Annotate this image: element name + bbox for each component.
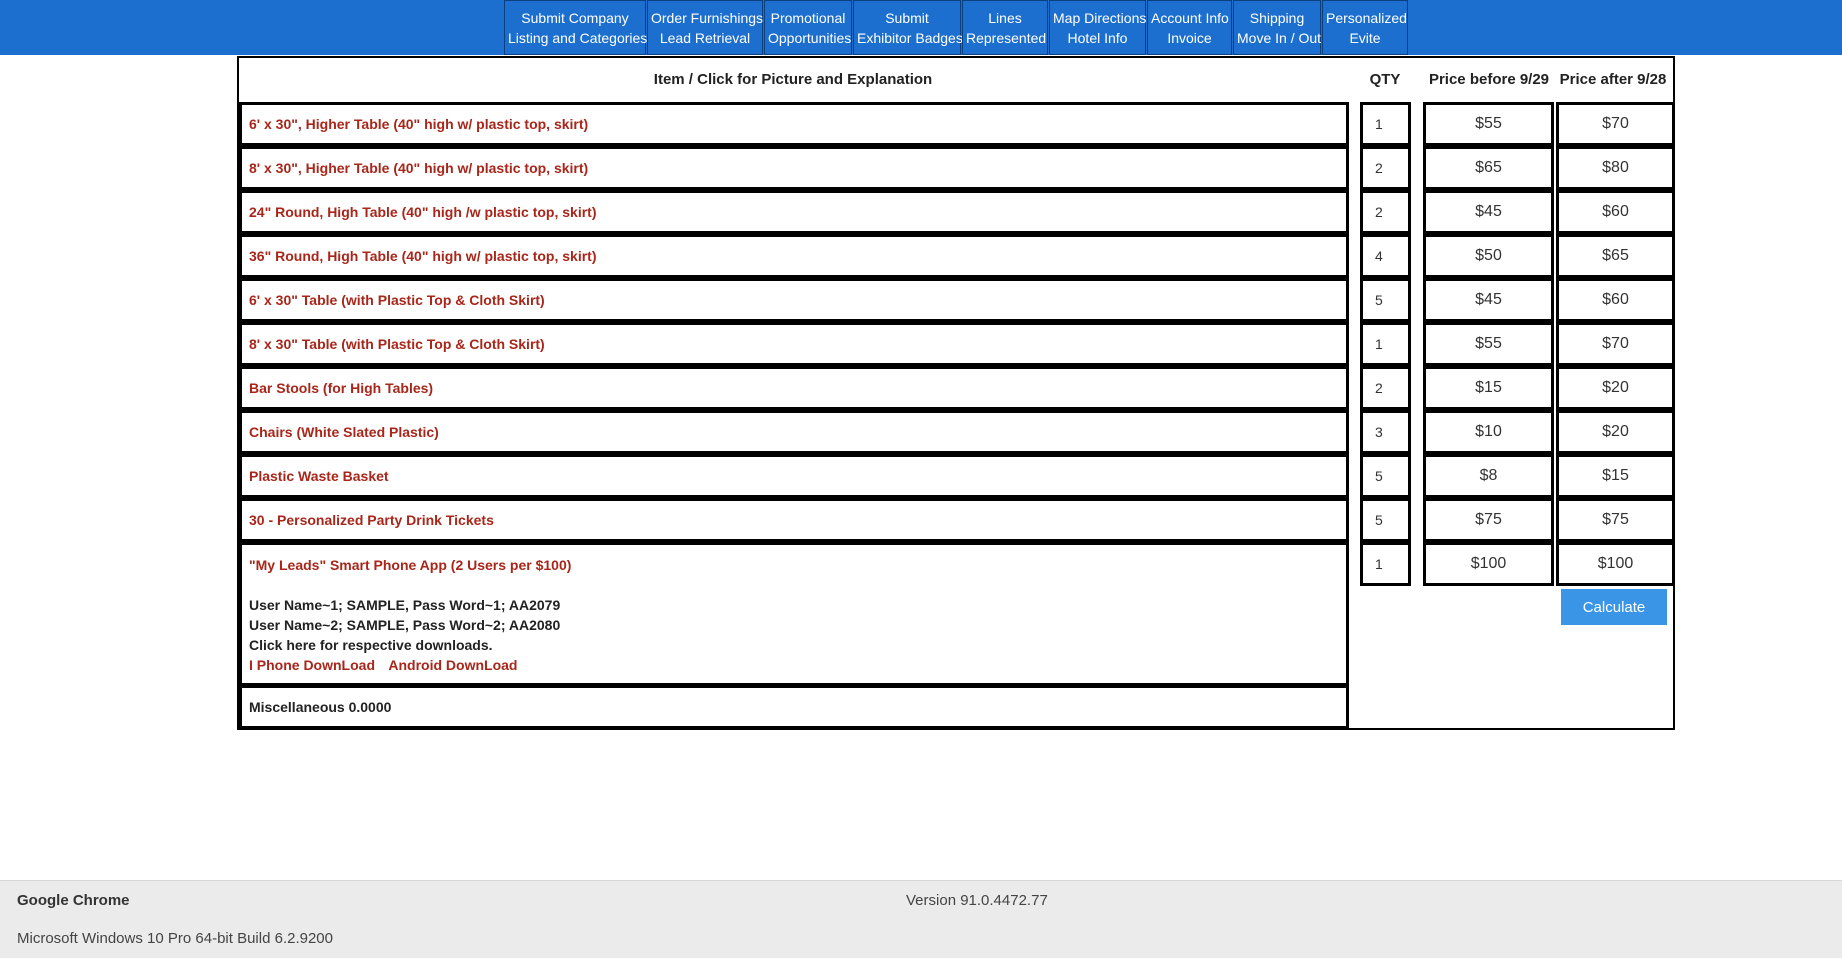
price-after: $100 <box>1556 542 1675 586</box>
price-after: $60 <box>1556 278 1675 322</box>
nav-label-line1: Order Furnishings <box>651 9 764 26</box>
price-before: $55 <box>1423 102 1554 146</box>
header-item: Item / Click for Picture and Explanation <box>653 71 933 88</box>
item-link[interactable]: 24" Round, High Table (40" high /w plast… <box>239 190 1349 234</box>
app-item-cell: "My Leads" Smart Phone App (2 Users per … <box>239 542 1349 686</box>
top-nav-bar: Submit Company Listing and Categories Or… <box>0 0 1842 55</box>
calculate-button[interactable]: Calculate <box>1561 589 1667 625</box>
price-after: $65 <box>1556 234 1675 278</box>
price-after: $60 <box>1556 190 1675 234</box>
item-link[interactable]: 30 - Personalized Party Drink Tickets <box>239 498 1349 542</box>
footer-version: Version 91.0.4472.77 <box>906 892 1048 909</box>
item-link[interactable]: 8' x 30", Higher Table (40" high w/ plas… <box>239 146 1349 190</box>
price-after: $20 <box>1556 366 1675 410</box>
main-nav: Submit Company Listing and Categories Or… <box>504 0 1409 55</box>
nav-label-line1: Submit Company <box>521 9 629 26</box>
app-download-note: Click here for respective downloads. <box>249 637 493 653</box>
price-before: $75 <box>1423 498 1554 542</box>
price-after: $15 <box>1556 454 1675 498</box>
nav-label-line2: Opportunities <box>768 29 852 46</box>
nav-label-line2: Evite <box>1349 29 1381 46</box>
nav-label-line2: Listing and Categories <box>508 29 648 46</box>
price-before: $50 <box>1423 234 1554 278</box>
item-link[interactable]: 8' x 30" Table (with Plastic Top & Cloth… <box>239 322 1349 366</box>
qty-input[interactable]: 4 <box>1360 234 1411 278</box>
misc-row: Miscellaneous 0.0000 <box>239 685 1349 729</box>
footer-os: Microsoft Windows 10 Pro 64-bit Build 6.… <box>17 930 333 947</box>
price-before: $15 <box>1423 366 1554 410</box>
app-user-1: User Name~1; SAMPLE, Pass Word~1; AA2079 <box>249 597 561 613</box>
item-link[interactable]: 36" Round, High Table (40" high w/ plast… <box>239 234 1349 278</box>
order-table: Item / Click for Picture and Explanation… <box>237 56 1675 730</box>
price-before: $10 <box>1423 410 1554 454</box>
price-before: $45 <box>1423 278 1554 322</box>
item-link[interactable]: 6' x 30" Table (with Plastic Top & Cloth… <box>239 278 1349 322</box>
nav-label-line2: Exhibitor Badges <box>857 29 963 46</box>
price-after: $75 <box>1556 498 1675 542</box>
nav-personalized-evite[interactable]: Personalized Evite <box>1322 0 1408 55</box>
qty-input[interactable]: 2 <box>1360 366 1411 410</box>
item-link[interactable]: "My Leads" Smart Phone App (2 Users per … <box>249 555 1346 575</box>
price-after: $70 <box>1556 322 1675 366</box>
header-price-after: Price after 9/28 <box>1559 71 1667 88</box>
nav-label-line2: Invoice <box>1167 29 1212 46</box>
app-user-2: User Name~2; SAMPLE, Pass Word~2; AA2080 <box>249 617 561 633</box>
nav-label-line2: Represented <box>966 29 1047 46</box>
price-before: $55 <box>1423 322 1554 366</box>
footer: Google Chrome Version 91.0.4472.77 Micro… <box>0 880 1842 958</box>
qty-input[interactable]: 2 <box>1360 146 1411 190</box>
nav-order-furnishings[interactable]: Order Furnishings Lead Retrieval <box>647 0 763 55</box>
nav-label-line1: Account Info <box>1151 9 1229 26</box>
nav-label-line1: Map Directions <box>1053 9 1147 26</box>
android-download-link[interactable]: Android DownLoad <box>388 657 517 673</box>
nav-label-line2: Hotel Info <box>1067 29 1128 46</box>
nav-shipping[interactable]: Shipping Move In / Out <box>1233 0 1321 55</box>
nav-label-line2: Lead Retrieval <box>659 29 751 46</box>
qty-input[interactable]: 1 <box>1360 542 1411 586</box>
item-link[interactable]: Bar Stools (for High Tables) <box>239 366 1349 410</box>
price-before: $65 <box>1423 146 1554 190</box>
price-before: $8 <box>1423 454 1554 498</box>
nav-promotional[interactable]: Promotional Opportunities <box>764 0 852 55</box>
price-before: $45 <box>1423 190 1554 234</box>
nav-map-directions[interactable]: Map Directions Hotel Info <box>1049 0 1146 55</box>
qty-input[interactable]: 1 <box>1360 102 1411 146</box>
nav-lines-represented[interactable]: Lines Represented <box>962 0 1048 55</box>
nav-submit-company[interactable]: Submit Company Listing and Categories <box>504 0 648 55</box>
qty-input[interactable]: 1 <box>1360 322 1411 366</box>
qty-input[interactable]: 5 <box>1360 498 1411 542</box>
nav-label-line1: Shipping <box>1249 9 1305 26</box>
header-qty: QTY <box>1369 71 1401 88</box>
nav-label-line1: Promotional <box>770 9 846 26</box>
price-after: $20 <box>1556 410 1675 454</box>
footer-browser: Google Chrome <box>17 892 130 909</box>
nav-label-line1: Lines <box>988 9 1022 26</box>
qty-input[interactable]: 3 <box>1360 410 1411 454</box>
qty-input[interactable]: 2 <box>1360 190 1411 234</box>
price-after: $80 <box>1556 146 1675 190</box>
nav-label-line1: Submit <box>885 9 929 26</box>
qty-input[interactable]: 5 <box>1360 278 1411 322</box>
price-before: $100 <box>1423 542 1554 586</box>
nav-label-line2: Move In / Out <box>1237 29 1322 46</box>
nav-label-line1: Personalized <box>1326 9 1407 26</box>
nav-exhibitor-badges[interactable]: Submit Exhibitor Badges <box>853 0 963 55</box>
qty-input[interactable]: 5 <box>1360 454 1411 498</box>
nav-account-info[interactable]: Account Info Invoice <box>1147 0 1232 55</box>
item-link[interactable]: Plastic Waste Basket <box>239 454 1349 498</box>
download-links: I Phone DownLoad Android DownLoad <box>249 655 1346 675</box>
header-price-before: Price before 9/29 <box>1428 71 1550 88</box>
iphone-download-link[interactable]: I Phone DownLoad <box>249 657 375 673</box>
price-after: $70 <box>1556 102 1675 146</box>
item-link[interactable]: 6' x 30", Higher Table (40" high w/ plas… <box>239 102 1349 146</box>
item-link[interactable]: Chairs (White Slated Plastic) <box>239 410 1349 454</box>
